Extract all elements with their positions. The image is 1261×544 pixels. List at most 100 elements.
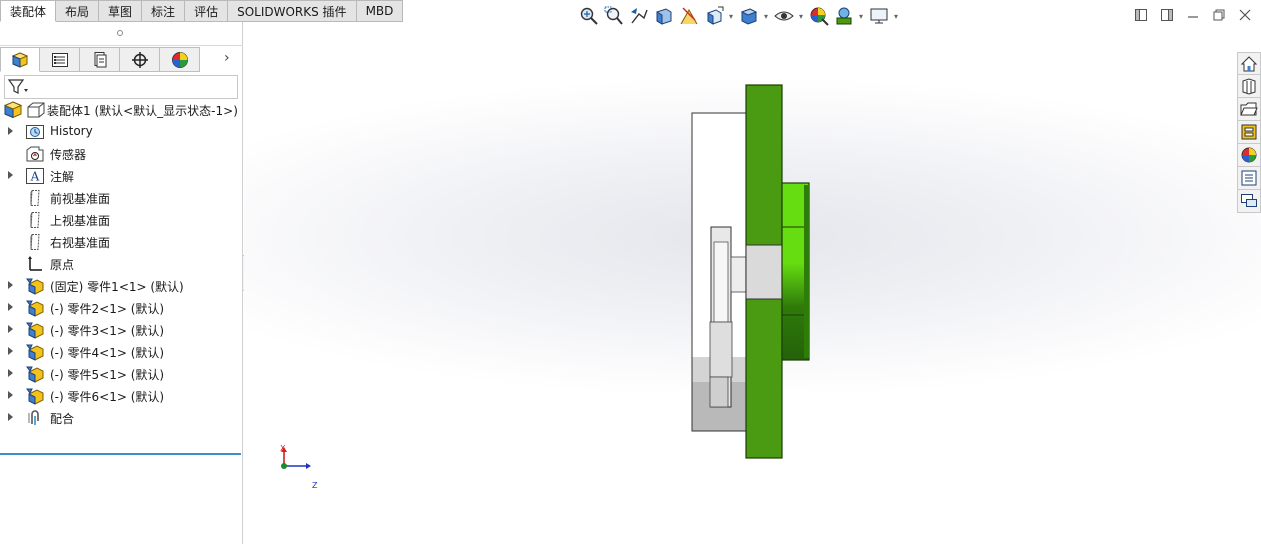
tree-item-origin[interactable]: 原点: [0, 253, 243, 275]
custom-properties-tab[interactable]: [1237, 167, 1261, 190]
folder-icon: [1240, 102, 1258, 116]
tab-mbd[interactable]: MBD: [356, 0, 404, 22]
expand-arrow-icon[interactable]: [8, 325, 13, 333]
chevron-right-icon[interactable]: ›: [224, 50, 230, 66]
hide-show-button[interactable]: [771, 4, 796, 28]
hide-show-icon: [773, 11, 794, 21]
graphics-area[interactable]: X Z: [244, 22, 1261, 544]
propertymanager-tab[interactable]: [40, 47, 80, 72]
history-icon: [25, 123, 45, 141]
view-settings-button[interactable]: [866, 4, 891, 28]
display-manager-icon: [171, 51, 188, 68]
triad-x-label: X: [280, 444, 286, 453]
tab-assembly[interactable]: 装配体: [0, 0, 57, 22]
tree-rollback-bar[interactable]: [0, 453, 241, 455]
tree-item-label: 前视基准面: [50, 192, 111, 206]
view-orientation-icon: [707, 6, 723, 25]
design-library-icon: [1242, 78, 1256, 95]
expand-arrow-icon[interactable]: [8, 303, 13, 311]
tree-item-mates[interactable]: 配合: [0, 407, 243, 429]
tree-item-part6[interactable]: (-) 零件6<1> (默认): [0, 385, 243, 407]
dimxpert-tab[interactable]: [120, 47, 160, 72]
tree-item-part5[interactable]: (-) 零件5<1> (默认): [0, 363, 243, 385]
expand-arrow-icon[interactable]: [8, 281, 13, 289]
restore-icon[interactable]: [1206, 5, 1232, 25]
tree-item-part1[interactable]: (固定) 零件1<1> (默认): [0, 275, 243, 297]
origin-icon: [25, 255, 45, 273]
assembly-icon: [4, 101, 23, 119]
edit-appearance-button[interactable]: [806, 4, 831, 28]
configurationmanager-icon: [94, 51, 106, 67]
tile-right-icon[interactable]: [1154, 5, 1180, 25]
view-orientation-button[interactable]: [701, 4, 726, 28]
zoom-to-area-button[interactable]: [601, 4, 626, 28]
part-icon: [25, 343, 45, 361]
display-manager-tab[interactable]: [160, 47, 200, 72]
tab-solidworks-addins[interactable]: SOLIDWORKS 插件: [228, 0, 357, 22]
display-style-button[interactable]: [736, 4, 761, 28]
panel-splitter-handle[interactable]: [117, 30, 123, 36]
display-style-icon: [740, 8, 757, 25]
close-icon[interactable]: [1232, 5, 1258, 25]
design-library-tab[interactable]: [1237, 75, 1261, 98]
file-explorer-tab[interactable]: [1237, 98, 1261, 121]
plane-icon: [25, 189, 45, 207]
triad-z-label: Z: [312, 481, 318, 490]
hub-rim: [804, 185, 809, 358]
plane-icon: [25, 233, 45, 251]
chevron-down-icon[interactable]: ▾: [796, 4, 806, 28]
minimize-icon[interactable]: [1180, 5, 1206, 25]
tab-layout[interactable]: 布局: [56, 0, 100, 22]
tree-item-history[interactable]: History: [0, 121, 243, 143]
zoom-to-fit-button[interactable]: [576, 4, 601, 28]
chevron-down-icon[interactable]: ▾: [726, 4, 736, 28]
chevron-down-icon[interactable]: ▾: [891, 4, 901, 28]
tree-item-right-plane[interactable]: 右视基准面: [0, 231, 243, 253]
part-icon: [25, 277, 45, 295]
svg-text:A: A: [30, 170, 40, 184]
forum-tab[interactable]: [1237, 190, 1261, 213]
tree-item-part4[interactable]: (-) 零件4<1> (默认): [0, 341, 243, 363]
expand-arrow-icon[interactable]: [8, 347, 13, 355]
tree-item-label: 配合: [50, 412, 75, 426]
tree-root-assembly[interactable]: 装配体1 (默认<默认_显示状态-1>): [0, 99, 243, 121]
tab-markup[interactable]: 标注: [142, 0, 186, 22]
chevron-down-icon[interactable]: ▾: [761, 4, 771, 28]
solidworks-resources-tab[interactable]: [1237, 52, 1261, 75]
tile-left-icon[interactable]: [1128, 5, 1154, 25]
view-palette-tab[interactable]: [1237, 121, 1261, 144]
mates-icon: [25, 409, 45, 427]
bearing-insert[interactable]: [745, 244, 783, 300]
tab-sketch[interactable]: 草图: [99, 0, 143, 22]
expand-arrow-icon[interactable]: [8, 127, 13, 135]
section-view-button[interactable]: [651, 4, 676, 28]
configurationmanager-tab[interactable]: [80, 47, 120, 72]
tree-item-front-plane[interactable]: 前视基准面: [0, 187, 243, 209]
connector-piece: [730, 256, 748, 293]
heads-up-view-toolbar: ▾ ▾ ▾ ▾ ▾: [576, 4, 901, 28]
chevron-down-icon[interactable]: ▾: [856, 4, 866, 28]
tree-item-annotations[interactable]: A 注解: [0, 165, 243, 187]
expand-arrow-icon[interactable]: [8, 369, 13, 377]
dynamic-annotation-button[interactable]: [676, 4, 701, 28]
display-state-icon: [27, 102, 45, 118]
assembly-model[interactable]: [244, 22, 1261, 544]
apply-scene-button[interactable]: [831, 4, 856, 28]
tree-item-part3[interactable]: (-) 零件3<1> (默认): [0, 319, 243, 341]
expand-arrow-icon[interactable]: [8, 391, 13, 399]
tree-item-top-plane[interactable]: 上视基准面: [0, 209, 243, 231]
previous-view-button[interactable]: [626, 4, 651, 28]
tree-item-sensors[interactable]: 传感器: [0, 143, 243, 165]
expand-arrow-icon[interactable]: [8, 171, 13, 179]
shaft-segment: [713, 241, 729, 323]
tree-item-label: (-) 零件6<1> (默认): [50, 390, 165, 404]
tab-evaluate[interactable]: 评估: [185, 0, 229, 22]
featuremanager-panel: › 装配体1 (默认<默认_显示状态-1>) History 传感器 A 注解 …: [0, 22, 243, 544]
tree-item-part2[interactable]: (-) 零件2<1> (默认): [0, 297, 243, 319]
featuremanager-tab[interactable]: [0, 47, 40, 72]
expand-arrow-icon[interactable]: [8, 413, 13, 421]
dimxpert-icon: [131, 51, 148, 68]
appearances-scenes-tab[interactable]: [1237, 144, 1261, 167]
tree-filter[interactable]: [4, 75, 238, 99]
dynamic-annotation-icon: [680, 7, 697, 25]
